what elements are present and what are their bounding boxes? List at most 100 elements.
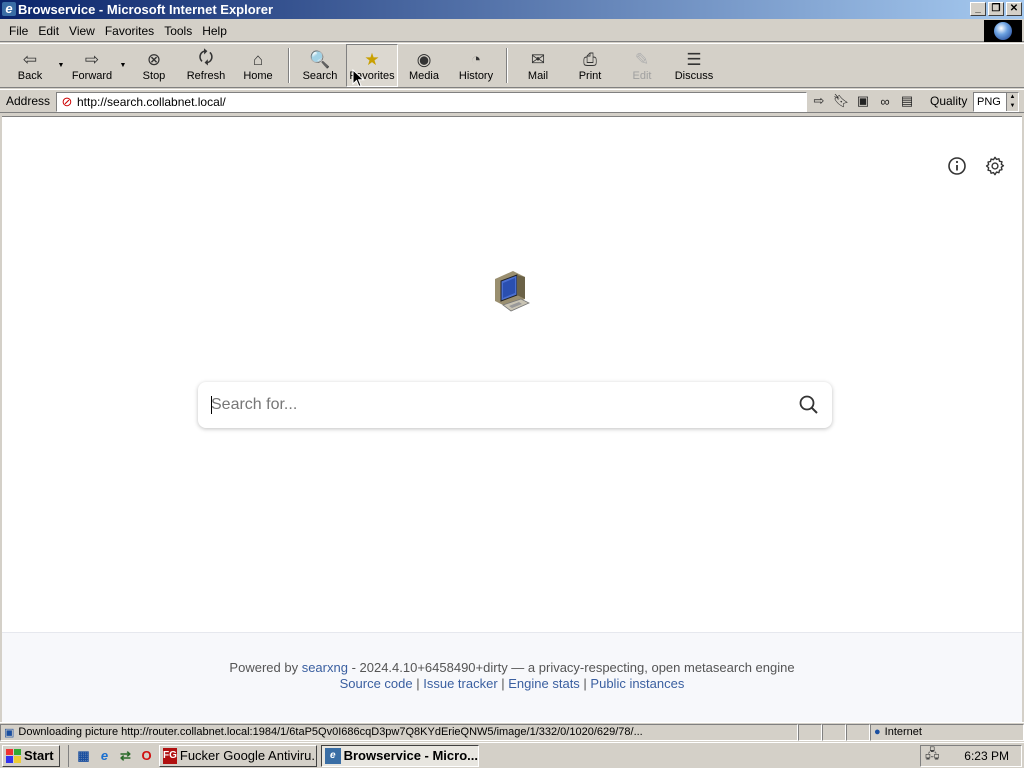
page-content: Powered by searxng - 2024.4.10+6458490+d… [2,116,1022,722]
search-box [198,382,832,428]
status-bar: ▣ Downloading picture http://router.coll… [0,722,1024,741]
search-button[interactable]: 🔍 Search [294,44,346,87]
forward-dropdown-icon[interactable]: ▼ [118,44,128,87]
status-message: Downloading picture http://router.collab… [18,726,643,738]
standard-toolbar: ⇦ Back ▼ ⇨ Forward ▼ ⊗ Stop 🗘 Refresh ⌂ … [0,43,1024,88]
forward-arrow-icon: ⇨ [84,49,100,69]
back-arrow-icon: ⇦ [22,49,38,69]
show-desktop-icon[interactable]: ▦ [75,747,92,764]
bookmark-icon[interactable]: 🔖︎ [832,92,850,110]
home-label: Home [243,69,273,82]
status-secure-panel [822,723,846,741]
printer-icon: ⎙ [583,49,597,69]
media-icon: ◉ [416,49,432,69]
quality-select[interactable]: PNG ▲ ▼ [973,92,1019,112]
status-zone-panel: ● Internet [870,723,1024,741]
footer-powered-by: Powered by searxng - 2024.4.10+6458490+d… [2,660,1022,675]
binoculars-icon[interactable]: ∞ [876,92,894,110]
footer-separator: | [412,676,424,691]
refresh-button[interactable]: 🗘 Refresh [180,44,232,87]
media-button[interactable]: ◉ Media [398,44,450,87]
back-label: Back [17,69,43,82]
searxng-link[interactable]: searxng [302,660,348,675]
zone-label: Internet [884,726,922,738]
ie-task-icon: e [325,747,341,764]
text-caret [211,396,212,414]
history-icon: ◔ [470,49,482,69]
opera-icon[interactable]: O [138,747,155,764]
issue-tracker-link[interactable]: Issue tracker [423,676,497,691]
footer-separator: | [579,676,591,691]
stop-icon: ⊗ [146,49,162,69]
address-bar: Address ⊘ http://search.collabnet.local/… [0,89,1024,113]
quality-label: Quality [930,94,968,108]
searxng-computer-logo [489,265,537,315]
minimize-button[interactable]: _ [970,2,986,16]
ie-logo-icon[interactable]: e [2,2,16,16]
back-dropdown-icon[interactable]: ▼ [56,44,66,87]
page-top-icons [946,155,1006,177]
close-button[interactable]: ✕ [1006,2,1022,16]
mail-icon: ✉ [530,49,546,69]
quality-spinner-icon[interactable]: ▲ ▼ [1006,93,1018,111]
task-browservice[interactable]: e Browservice - Micro... [321,744,479,767]
menu-favorites[interactable]: Favorites [100,24,159,38]
find-page-icon[interactable]: ▣ [854,92,872,110]
footer-separator: | [497,676,509,691]
mail-button[interactable]: ✉ Mail [512,44,564,87]
system-tray: 🖧︎ 6:23 PM [920,745,1022,767]
print-button[interactable]: ⎙ Print [564,44,616,87]
window-controls: _ ❐ ✕ [970,2,1022,16]
history-button[interactable]: ◔ History [450,44,502,87]
search-input[interactable] [198,382,786,428]
discuss-button[interactable]: ☰ Discuss [668,44,720,87]
quality-value: PNG [977,96,1001,108]
engine-stats-link[interactable]: Engine stats [508,676,580,691]
status-privacy-panel [846,723,870,741]
forward-button[interactable]: ⇨ Forward [66,44,118,87]
clock[interactable]: 6:23 PM [964,749,1009,763]
task-fgav[interactable]: FG Fucker Google Antiviru... [159,744,317,767]
status-progress-panel [798,723,822,741]
version-text: - 2024.4.10+6458490+dirty — a privacy-re… [347,660,795,675]
toolbar-separator [288,48,290,83]
stop-button[interactable]: ⊗ Stop [128,44,180,87]
menu-edit[interactable]: Edit [33,24,64,38]
address-tools: ⇨ 🔖︎ ▣ ∞ ▤ [810,92,916,110]
discuss-label: Discuss [674,69,714,82]
settings-gear-icon[interactable] [984,155,1006,177]
edit-button[interactable]: ✎ Edit [616,44,668,87]
restore-button[interactable]: ❐ [988,2,1004,16]
address-url: http://search.collabnet.local/ [77,95,226,109]
start-button[interactable]: Start [2,744,60,767]
search-submit-button[interactable] [786,382,832,428]
ie-quicklaunch-icon[interactable]: e [96,747,113,764]
info-icon[interactable] [946,155,968,177]
media-label: Media [409,69,439,82]
menu-tools[interactable]: Tools [159,24,197,38]
menu-help[interactable]: Help [197,24,232,38]
home-button[interactable]: ⌂ Home [232,44,284,87]
page-icon: ⊘ [61,94,73,109]
forward-label: Forward [71,69,113,82]
taskbar: Start ▦ e ⇄ O FG Fucker Google Antiviru.… [0,742,1024,768]
title-bar[interactable]: e Browservice - Microsoft Internet Explo… [0,0,1024,19]
go-arrow-icon[interactable]: ⇨ [810,92,828,110]
menu-file[interactable]: File [4,24,33,38]
task-label: Browservice - Micro... [343,748,478,763]
footer-links: Source code | Issue tracker | Engine sta… [2,676,1022,691]
back-button[interactable]: ⇦ Back [4,44,56,87]
ie-throbber [984,20,1022,42]
network-icon[interactable]: ⇄ [117,747,134,764]
public-instances-link[interactable]: Public instances [590,676,684,691]
ie-window: e Browservice - Microsoft Internet Explo… [0,0,1024,768]
address-input[interactable]: ⊘ http://search.collabnet.local/ [56,92,807,112]
internet-zone-icon: ● [874,726,881,738]
clipboard-icon[interactable]: ▤ [898,92,916,110]
tray-network-icon[interactable]: 🖧︎ [925,745,940,767]
stop-label: Stop [142,69,166,82]
source-code-link[interactable]: Source code [340,676,413,691]
menu-view[interactable]: View [64,24,100,38]
magnifier-icon [799,395,818,414]
edit-icon: ✎ [634,49,650,69]
